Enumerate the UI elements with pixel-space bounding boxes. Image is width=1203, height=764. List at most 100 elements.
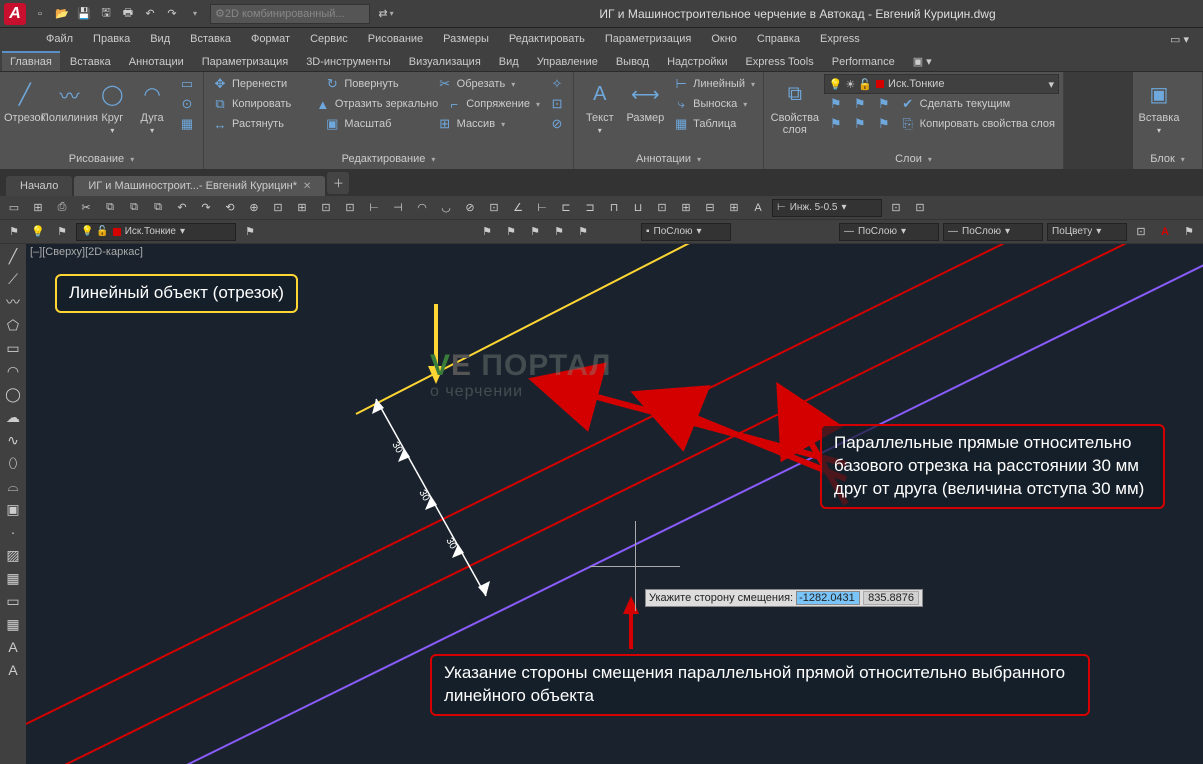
offset-icon[interactable]: ⊡ [545,94,569,114]
menu-window[interactable]: Окно [705,31,743,47]
menu-express[interactable]: Express [814,31,866,47]
annot-scale-icon[interactable]: A [1155,222,1175,242]
min-ribbon-icon[interactable]: ▭ ▾ [1164,31,1195,48]
move-button[interactable]: ✥Перенести [208,74,320,94]
rect-icon[interactable]: ▭ [175,74,199,94]
tab-express[interactable]: Express Tools [737,53,821,71]
hatch-icon[interactable]: ▦ [175,114,199,134]
tb4-icon[interactable]: ✂ [76,198,96,218]
tb9-icon[interactable]: ↷ [196,198,216,218]
table-button[interactable]: ▦Таблица [669,114,759,134]
tb1-icon[interactable]: ▭ [4,198,24,218]
panel-block-title[interactable]: Блок [1137,151,1198,167]
tb8-icon[interactable]: ↶ [172,198,192,218]
tab-start[interactable]: Начало [6,176,72,196]
menu-draw[interactable]: Рисование [362,31,429,47]
tb34-icon[interactable]: ⊡ [910,198,930,218]
lt-revcloud-icon[interactable]: ☁ [2,407,24,427]
scale-button[interactable]: ▣Масштаб [320,114,432,134]
panel-modify-title[interactable]: Редактирование [208,151,569,167]
menu-insert[interactable]: Вставка [184,31,237,47]
menu-dims[interactable]: Размеры [437,31,495,47]
dim-button[interactable]: ⟷Размер [624,74,668,124]
layer-combo-tb[interactable]: 💡 🔓 Иск.Тонкие ▾ [76,223,236,241]
tab-drawing[interactable]: ИГ и Машиностроит...- Евгений Курицин*✕ [74,176,325,196]
tb16-icon[interactable]: ⊢ [364,198,384,218]
tb24-icon[interactable]: ⊏ [556,198,576,218]
layer-tool-1[interactable]: ⚑ [824,94,848,114]
explode-icon[interactable]: ✧ [545,74,569,94]
tab-param[interactable]: Параметризация [194,53,296,71]
tb21-icon[interactable]: ⊡ [484,198,504,218]
erase-icon[interactable]: ⊘ [545,114,569,134]
lt-table-icon[interactable]: ▦ [2,614,24,634]
tb3-icon[interactable]: ⎙ [52,198,72,218]
tb5-icon[interactable]: ⧉ [100,198,120,218]
lt-line-icon[interactable]: ╱ [2,246,24,266]
tb28-icon[interactable]: ⊡ [652,198,672,218]
plot-combo[interactable]: ПоЦвету ▾ [1047,223,1127,241]
copy-layer-props-button[interactable]: ⎘Копировать свойства слоя [896,114,1059,134]
lt-block-icon[interactable]: ▣ [2,499,24,519]
linear-dim-button[interactable]: ⊢Линейный [669,74,759,94]
layer-tool-4[interactable]: ⚑ [824,114,848,134]
color-combo[interactable]: ▪ ПоСлою ▾ [641,223,731,241]
tab-addins[interactable]: Надстройки [659,53,735,71]
layer-tool-5[interactable]: ⚑ [848,114,872,134]
tb15-icon[interactable]: ⊡ [340,198,360,218]
menu-help[interactable]: Справка [751,31,806,47]
lt-hatch-icon[interactable]: ▨ [2,545,24,565]
tb18-icon[interactable]: ◠ [412,198,432,218]
tab-3d[interactable]: 3D-инструменты [298,53,399,71]
tb2b-icon[interactable]: 💡 [28,222,48,242]
rotate-button[interactable]: ↻Повернуть [320,74,432,94]
lt-text-icon[interactable]: A [2,660,24,680]
layer-tool-6[interactable]: ⚑ [872,114,896,134]
layerprops-button[interactable]: ⧉Свойства слоя [768,74,822,136]
line-button[interactable]: ╱Отрезок [4,74,45,124]
leader-button[interactable]: ⤷Выноска [669,94,759,114]
tb27-icon[interactable]: ⊔ [628,198,648,218]
ltype-combo[interactable]: — ПоСлою ▾ [839,223,939,241]
copy-button[interactable]: ⧉Копировать [208,94,311,114]
lt-polygon-icon[interactable]: ⬠ [2,315,24,335]
open-icon[interactable]: 📂 [52,4,72,24]
layer-combo[interactable]: 💡 ☀ 🔓 Иск.Тонкие▾ [824,74,1059,94]
tb10-icon[interactable]: ⟲ [220,198,240,218]
layer-tool-3[interactable]: ⚑ [872,94,896,114]
tab-annot[interactable]: Аннотации [121,53,192,71]
tb13-icon[interactable]: ⊞ [292,198,312,218]
menu-edit[interactable]: Правка [87,31,136,47]
tb6-icon[interactable]: ⧉ [124,198,144,218]
tb2g-icon[interactable]: ⚑ [525,222,545,242]
stretch-button[interactable]: ↔Растянуть [208,114,320,134]
tb2h-icon[interactable]: ⚑ [549,222,569,242]
lt-xline-icon[interactable]: ⟋ [2,269,24,289]
qat-more-icon[interactable] [184,4,204,24]
undo-icon[interactable]: ↶ [140,4,160,24]
tb2-icon[interactable]: ⊞ [28,198,48,218]
lt-pline-icon[interactable]: 〰 [2,292,24,312]
close-tab-icon[interactable]: ✕ [303,181,311,192]
mirror-button[interactable]: ▲Отразить зеркально [311,94,442,114]
tb14-icon[interactable]: ⊡ [316,198,336,218]
tb2c-icon[interactable]: ⚑ [52,222,72,242]
tb2d-icon[interactable]: ⚑ [240,222,260,242]
tb2a-icon[interactable]: ⚑ [4,222,24,242]
panel-draw-title[interactable]: Рисование [4,151,199,167]
tab-view[interactable]: Вид [491,53,527,71]
lweight-combo[interactable]: — ПоСлою ▾ [943,223,1043,241]
tab-home[interactable]: Главная [2,51,60,71]
tb19-icon[interactable]: ◡ [436,198,456,218]
coord-x-input[interactable] [796,591,860,605]
fillet-button[interactable]: ⌐Сопряжение [442,94,545,114]
array-button[interactable]: ⊞Массив [433,114,545,134]
trim-button[interactable]: ✂Обрезать [433,74,545,94]
arc-button[interactable]: ◠Дуга▾ [133,74,171,135]
tab-insert[interactable]: Вставка [62,53,119,71]
tab-perf[interactable]: Performance [824,53,903,71]
menu-format[interactable]: Формат [245,31,296,47]
menu-view[interactable]: Вид [144,31,176,47]
tb2f-icon[interactable]: ⚑ [501,222,521,242]
lt-circle-icon[interactable]: ◯ [2,384,24,404]
